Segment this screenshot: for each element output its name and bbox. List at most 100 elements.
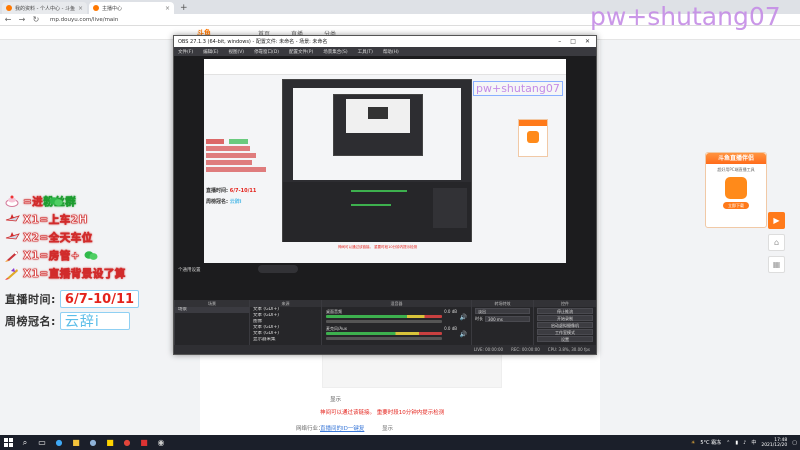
controls-header: 控件: [534, 300, 596, 307]
live-time-row: 直播时间: 6/7-10/11: [5, 289, 140, 309]
notice-text: 神间可以通过该链接。 重要时段10分钟内提示检测: [320, 410, 445, 416]
clock-date: 2021/12/20: [761, 442, 788, 448]
ime-icon[interactable]: 中: [751, 439, 756, 446]
duration-label: 时长: [475, 316, 483, 321]
menu-tools[interactable]: 工具(T): [358, 49, 373, 55]
preview-overlay: [206, 137, 266, 179]
minimize-icon[interactable]: –: [558, 38, 561, 45]
start-recording-button[interactable]: 开始录制: [537, 315, 593, 321]
menu-view[interactable]: 视图(V): [228, 49, 244, 55]
footer-link[interactable]: 直播间的ID一键复: [320, 424, 364, 432]
menu-profile[interactable]: 配置文件(P): [289, 49, 313, 55]
close-icon[interactable]: ×: [165, 5, 170, 12]
virtual-camera-button[interactable]: 启动虚拟摄像机: [537, 322, 593, 328]
content-card: [322, 352, 502, 388]
preview-promo: [518, 119, 548, 157]
browser-tab-profile[interactable]: 我的资料 - 个人中心 - 斗鱼 ×: [2, 2, 87, 14]
weekly-title-row: 周榜冠名: 云辞i: [5, 311, 130, 331]
douyu-favicon-icon: [6, 5, 12, 11]
weather-icon[interactable]: ☀: [691, 440, 695, 446]
edge-icon[interactable]: ●: [54, 438, 64, 448]
notification-icon[interactable]: ▢: [792, 440, 797, 446]
volume-slider[interactable]: [326, 320, 442, 323]
task-view-icon[interactable]: ▭: [37, 438, 47, 448]
gift-text: X1=房管+: [23, 249, 80, 262]
transition-select[interactable]: 淡出: [475, 308, 530, 314]
chrome-icon[interactable]: ●: [122, 438, 132, 448]
sources-dock: 来源 文本 (GDI+) 文本 (GDI+) 图像 文本 (GDI+) 文本 (…: [249, 300, 321, 345]
obs-icon[interactable]: ◉: [156, 438, 166, 448]
footer-text: 显示: [382, 426, 394, 432]
browser-tab-streamer-center[interactable]: 主播中心 ×: [89, 2, 174, 14]
maximize-icon[interactable]: □: [570, 38, 576, 45]
menu-edit[interactable]: 编辑(E): [203, 49, 218, 55]
gift-text: X2=全天车位: [23, 231, 93, 244]
speaker-icon[interactable]: 🔊: [460, 314, 467, 321]
weekly-title-value: 云辞i: [64, 314, 100, 330]
forward-icon[interactable]: →: [18, 15, 26, 24]
companion-promo[interactable]: 斗鱼直播伴侣 超好用PC端直播工具 立即下载: [705, 152, 767, 228]
home-icon[interactable]: ⌂: [768, 234, 785, 251]
obs-window[interactable]: OBS 27.1.3 (64-bit, windows) - 配置文件: 未命名…: [173, 35, 597, 355]
settings-button[interactable]: 设置: [537, 336, 593, 342]
preview-browser-bar: [204, 59, 566, 75]
folder-icon[interactable]: ■: [71, 438, 81, 448]
scene-item[interactable]: 场景: [175, 307, 249, 313]
gift-row: =进粉丝群: [4, 193, 76, 209]
companion-app-icon: [725, 177, 747, 199]
speaker-icon[interactable]: 🔊: [460, 331, 467, 338]
volume-slider[interactable]: [326, 337, 442, 340]
gift-text: X1=直播背景设了算: [23, 267, 126, 280]
scene-label: 个通用设置: [178, 268, 201, 273]
download-button[interactable]: 立即下载: [723, 202, 749, 209]
close-icon[interactable]: ✕: [585, 38, 590, 45]
preview-notice: 神间可以通过该链接。 重要时段10分钟内提示检测: [338, 245, 418, 249]
mixer-dock: 混音器 桌面音频 0.0 dB 🔊 麦克风/Aux 0.0 dB 🔊: [321, 300, 471, 345]
menu-docks[interactable]: 停靠窗口(D): [254, 49, 279, 55]
mixer-channel-value: 0.0 dB: [444, 309, 457, 314]
windows-start-icon[interactable]: [3, 438, 13, 448]
weather-text[interactable]: 5°C 霜冻: [700, 439, 721, 446]
canvas-watermark: pw+shutang07: [473, 81, 563, 96]
duration-input[interactable]: 300 ms: [485, 316, 530, 322]
play-icon[interactable]: ▶: [768, 212, 785, 229]
audio-toggle[interactable]: [258, 265, 298, 273]
live-time-value: 6/7-10/11: [64, 291, 135, 307]
chevron-up-icon[interactable]: ⌃: [726, 440, 730, 446]
weekly-title-label: 周榜冠名:: [5, 315, 56, 328]
scenes-header: 场景: [175, 300, 249, 307]
stop-streaming-button[interactable]: 停止推流: [537, 308, 593, 314]
source-item[interactable]: 显示器采集: [250, 337, 321, 343]
obs-title-bar[interactable]: OBS 27.1.3 (64-bit, windows) - 配置文件: 未命名…: [174, 36, 596, 47]
menu-scene-collection[interactable]: 场景集合(S): [323, 49, 347, 55]
weekly-title-box: 云辞i: [59, 312, 130, 330]
gift-plane-icon: [4, 213, 20, 226]
menu-help[interactable]: 帮助(H): [383, 49, 399, 55]
app-icon[interactable]: ■: [105, 438, 115, 448]
gift-rocket-icon: [4, 249, 20, 262]
mixer-header: 混音器: [322, 300, 471, 307]
clock[interactable]: 17:48 2021/12/20: [761, 438, 787, 448]
nested-obs-preview: [282, 79, 472, 242]
url-field[interactable]: mp.douyu.com/live/main: [50, 17, 118, 23]
obs-status-bar: LIVE: 00:00:00 REC: 00:00:00 CPU: 3.8%, …: [174, 345, 596, 354]
music-icon[interactable]: ■: [139, 438, 149, 448]
search-icon[interactable]: ⌕: [20, 438, 30, 448]
close-icon[interactable]: ×: [78, 5, 83, 12]
obs-preview[interactable]: 直播时间: 6/7-10/11 周榜冠名: 云辞i 神间可以通过该链接。 重要时…: [174, 56, 596, 300]
studio-mode-button[interactable]: 工作室模式: [537, 329, 593, 335]
gift-text: =进: [23, 195, 44, 208]
preview-live-time: 直播时间: 6/7-10/11: [206, 188, 257, 194]
steam-icon[interactable]: ●: [88, 438, 98, 448]
back-icon[interactable]: ←: [4, 15, 12, 24]
reload-icon[interactable]: ↻: [32, 15, 40, 24]
tab-label: 我的资料 - 个人中心 - 斗鱼: [15, 5, 75, 12]
gift-super-rocket-icon: [4, 267, 20, 280]
new-tab-button[interactable]: +: [180, 3, 188, 13]
scan-icon[interactable]: ▦: [768, 256, 785, 273]
menu-file[interactable]: 文件(F): [178, 49, 193, 55]
volume-icon[interactable]: ♪: [743, 440, 746, 446]
gift-cake-icon: [4, 195, 20, 208]
network-icon[interactable]: ▮: [735, 440, 738, 446]
mixer-channel-value: 0.0 dB: [444, 326, 457, 331]
